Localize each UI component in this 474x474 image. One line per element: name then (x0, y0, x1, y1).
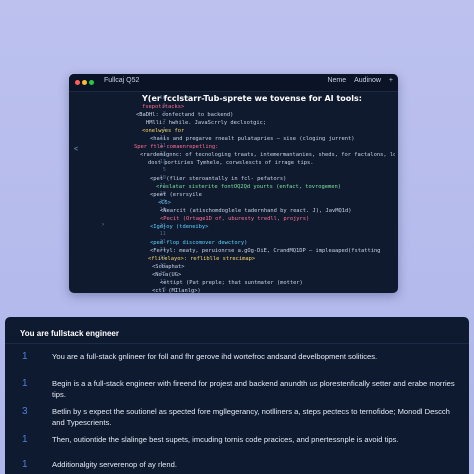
list-item-text: You are a full-stack gnlineer for foll a… (52, 352, 378, 361)
add-tab-button[interactable]: + (389, 77, 393, 84)
editor-titlebar: Fullcaj Q52 Neme Audinow + (69, 74, 398, 92)
code-line: <ettipt (Pat preple; that suntmater (mot… (160, 280, 303, 286)
panel-divider (5, 343, 469, 344)
menu-item-neme[interactable]: Neme (327, 77, 346, 84)
code-line: <Nearcit (atischomdoglele tadernhand by … (160, 208, 352, 214)
code-line: <pet (flier steroantally in fcl- pefator… (150, 176, 287, 182)
code-line: <rardemignnc: of tecnologing traats, int… (140, 152, 395, 158)
fold-marker-icon[interactable]: › (102, 222, 104, 228)
close-window-button[interactable] (75, 80, 80, 85)
menu-item-audinow[interactable]: Audinow (354, 77, 381, 84)
code-editor-window: Fullcaj Q52 Neme Audinow + < › 18 1 3 7 1 11 1… (69, 74, 398, 293)
code-line: Sper ftle comaenrepetling: (134, 144, 219, 150)
maximize-window-button[interactable] (89, 80, 94, 85)
panel-title: You are fullstack engineer (20, 329, 119, 338)
list-item-number: 3 (22, 406, 28, 417)
list-item-number: 1 (22, 459, 28, 470)
code-line: <peet (ersrsyile (150, 192, 202, 198)
editor-title: Fullcaj Q52 (104, 77, 140, 84)
code-headline: Y(er fcclstarr-Tub-sprete we tovense for… (142, 94, 362, 103)
editor-menu: Neme Audinow + (321, 77, 393, 84)
list-item-number: 1 (22, 378, 28, 389)
code-line: <hasis and pregarve rnealt pulatapries –… (150, 136, 355, 142)
list-item-text: Then, outiontide the slalinge best supet… (52, 435, 399, 444)
code-line: <Nola(UG> (152, 272, 182, 278)
code-line: <flitelayo>: refliblle strecimap> (148, 256, 256, 262)
list-item-text: Begin is a a full-stack engineer with fi… (52, 379, 455, 399)
list-item-number: 1 (22, 351, 28, 362)
code-line: <Scbaphat> (152, 264, 185, 270)
minimize-window-button[interactable] (82, 80, 87, 85)
code-line: <onelwyes for (142, 128, 185, 134)
code-line: <ctl (MIlanlg>) (152, 288, 201, 293)
code-line: <Igdjoy (tdeneiby> (150, 224, 209, 230)
code-line: dost portiries Tymhele, corwslescts of i… (148, 160, 314, 166)
list-item-number: 1 (22, 434, 28, 445)
code-line: <C5> (158, 200, 171, 206)
code-line: fsepotitacks> (142, 104, 185, 110)
list-item-text: Additionalgity serverenop of ay rlend. (52, 460, 177, 469)
code-line: <ruslatar sisterite fontOQ2Qd yourts (en… (156, 184, 341, 190)
code-content[interactable]: Y(er fcclstarr-Tub-sprete we tovense for… (120, 94, 395, 293)
code-line: <Fertyl: meaty, peruionrse a.gOg-DiE, Cr… (150, 248, 381, 254)
prompt-panel: You are fullstack engineer 1 You are a f… (5, 317, 469, 474)
code-line: <BaDHl: confectand to backend) (136, 112, 234, 118)
code-line: HMlli: hwhile. JavaScrrly declsotgic; (146, 120, 267, 126)
code-line: <ped flop discomover dewctory) (150, 240, 248, 246)
list-item-text: Betlin by s expect the soutionel as spec… (52, 407, 450, 427)
collapse-arrow-icon[interactable]: < (74, 146, 78, 153)
code-line: <Pecit (Ortage1D of, uburesty tredll, pr… (160, 216, 310, 222)
